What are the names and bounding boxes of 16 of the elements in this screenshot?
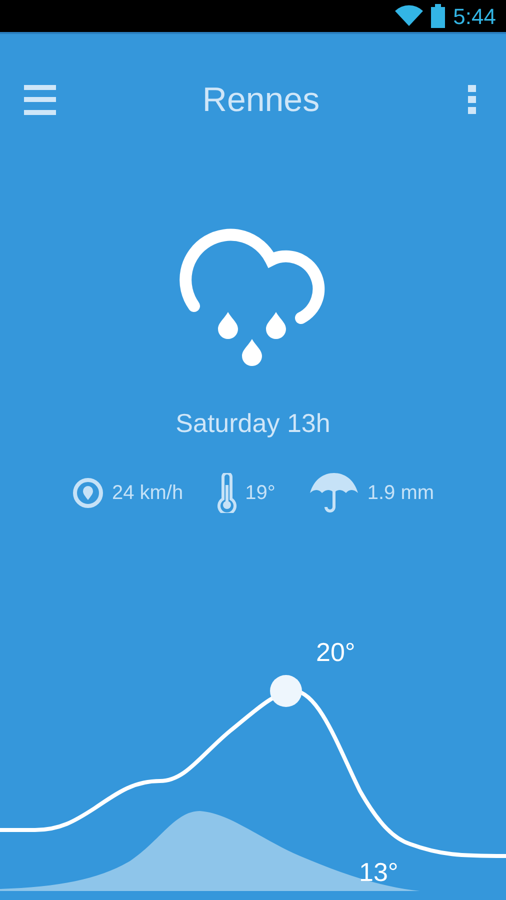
stat-value: 1.9 mm	[367, 481, 434, 506]
forecast-time: Saturday 13h	[176, 407, 330, 440]
thermometer-icon	[217, 473, 238, 513]
stat-value: 19°	[245, 481, 276, 506]
clock: 5:44	[453, 2, 496, 30]
more-options-icon[interactable]	[466, 85, 478, 115]
high-temperature: 20°	[316, 636, 356, 669]
pin-circle-icon	[72, 477, 104, 509]
battery-icon	[431, 4, 446, 28]
city-title: Rennes	[202, 80, 320, 120]
stat-value: 24 km/h	[112, 481, 184, 506]
low-temperature: 13°	[359, 857, 398, 887]
wifi-icon	[395, 5, 424, 27]
selected-point[interactable]	[270, 675, 302, 707]
umbrella-icon	[309, 473, 360, 513]
menu-icon[interactable]	[24, 85, 56, 115]
